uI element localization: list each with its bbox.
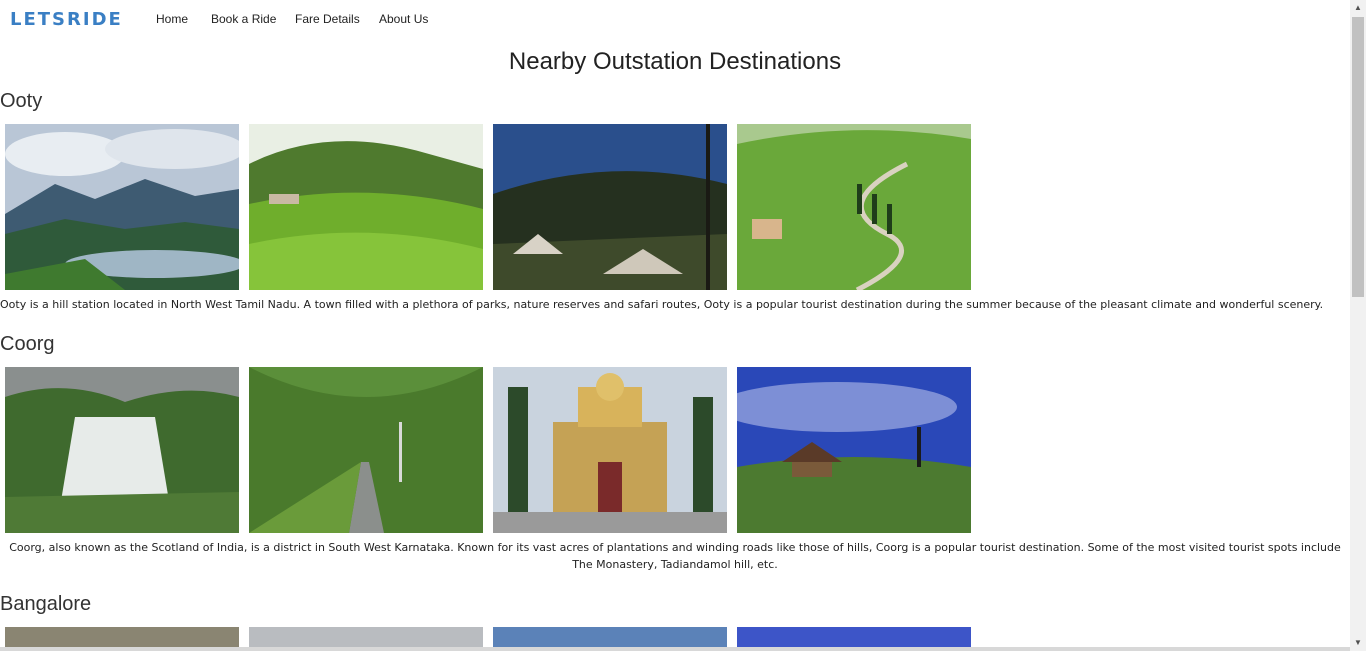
horizontal-scrollbar[interactable] bbox=[0, 647, 1350, 651]
coorg-monastery-photo bbox=[493, 367, 727, 533]
page-title: Nearby Outstation Destinations bbox=[508, 48, 842, 75]
navbar: LETSRIDE Home Book a Ride Fare Details A… bbox=[0, 0, 1350, 36]
ooty-tea-garden-photo bbox=[249, 124, 483, 290]
nav-about-us[interactable]: About Us bbox=[379, 12, 428, 26]
coorg-hilltop-cottage-photo bbox=[737, 367, 971, 533]
nav-fare-details[interactable]: Fare Details bbox=[295, 12, 360, 26]
scroll-down-icon[interactable]: ▼ bbox=[1350, 635, 1366, 651]
scroll-up-icon[interactable]: ▲ bbox=[1350, 0, 1366, 16]
coorg-bamboo-road-photo bbox=[249, 367, 483, 533]
description-coorg: Coorg, also known as the Scotland of Ind… bbox=[9, 541, 1341, 571]
section-title-ooty: Ooty bbox=[0, 90, 43, 112]
nav-home[interactable]: Home bbox=[156, 12, 188, 26]
nav-book-a-ride[interactable]: Book a Ride bbox=[211, 12, 276, 26]
ooty-lake-mountains-photo bbox=[5, 124, 239, 290]
ooty-campsite-photo bbox=[493, 124, 727, 290]
coorg-waterfall-photo bbox=[5, 367, 239, 533]
description-ooty: Ooty is a hill station located in North … bbox=[0, 298, 1324, 311]
ooty-winding-road-photo bbox=[737, 124, 971, 290]
brand-logo[interactable]: LETSRIDE bbox=[10, 9, 123, 30]
scroll-thumb[interactable] bbox=[1352, 17, 1364, 297]
section-title-bangalore: Bangalore bbox=[0, 593, 92, 615]
vertical-scrollbar[interactable]: ▲ ▼ bbox=[1350, 0, 1366, 651]
section-title-coorg: Coorg bbox=[0, 333, 55, 355]
